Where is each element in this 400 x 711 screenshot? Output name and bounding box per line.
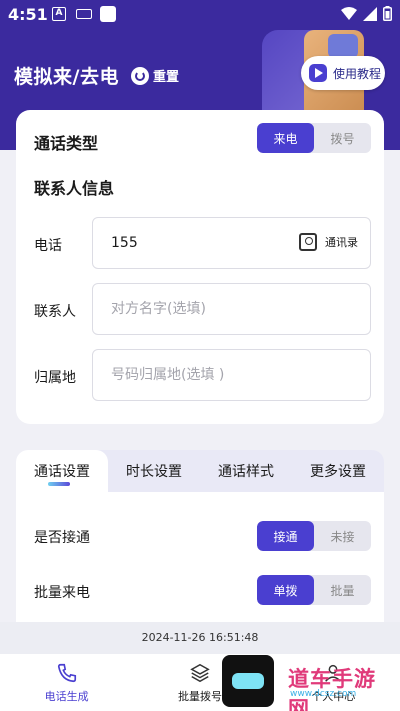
answer-option-connect[interactable]: 接通 — [257, 521, 314, 551]
play-icon — [309, 64, 327, 82]
call-info-card: 通话类型 来电 拨号 联系人信息 电话 通讯录 联系人 归属地 — [16, 110, 384, 424]
location-label: 归属地 — [34, 370, 76, 386]
batch-toggle: 单拨 批量 — [257, 575, 371, 605]
call-settings-panel: 是否接通 接通 未接 批量来电 单拨 批量 — [16, 492, 384, 622]
nav-item-batch-dial-label: 批量拨号 — [177, 689, 222, 703]
app-notification-icon — [100, 6, 116, 22]
call-type-label: 通话类型 — [34, 134, 99, 153]
reset-button[interactable]: 重置 — [153, 66, 179, 85]
tab-call-style[interactable]: 通话样式 — [200, 450, 292, 492]
car-logo-icon — [222, 655, 274, 707]
settings-tabs: 通话设置 时长设置 通话样式 更多设置 — [16, 450, 384, 492]
tab-duration-settings-label: 时长设置 — [126, 464, 182, 480]
nav-item-phone-gen[interactable]: 电话生成 — [0, 654, 133, 711]
phone-field: 通讯录 — [92, 217, 371, 269]
batch-label: 批量来电 — [34, 585, 90, 601]
tab-call-settings-label: 通话设置 — [34, 464, 90, 480]
status-bar: 4:51 A — [0, 0, 400, 30]
batch-option-batch[interactable]: 批量 — [314, 575, 371, 605]
contacts-button[interactable]: 通讯录 — [299, 233, 358, 251]
watermark-logo: 道车手游网 www.dcsz.com — [222, 655, 394, 711]
location-field — [92, 349, 371, 401]
battery-icon — [383, 6, 392, 21]
name-field — [92, 283, 371, 335]
watermark-text: 道车手游网 — [288, 667, 376, 711]
watermark-url: www.dcsz.com — [290, 689, 357, 699]
contact-book-icon — [299, 233, 317, 251]
nav-item-phone-gen-label: 电话生成 — [44, 689, 89, 703]
wifi-icon — [341, 6, 357, 20]
location-input[interactable] — [111, 350, 291, 400]
call-type-incoming[interactable]: 来电 — [257, 123, 314, 153]
tab-call-settings[interactable]: 通话设置 — [16, 450, 108, 492]
answer-label: 是否接通 — [34, 530, 90, 546]
keyboard-icon — [76, 9, 92, 19]
page-title: 模拟来/去电 — [14, 66, 119, 88]
signal-icon — [363, 6, 377, 21]
call-type-outgoing[interactable]: 拨号 — [314, 123, 371, 153]
call-type-toggle: 来电 拨号 — [257, 123, 371, 153]
answer-toggle: 接通 未接 — [257, 521, 371, 551]
tab-more-settings[interactable]: 更多设置 — [292, 450, 384, 492]
contact-info-title: 联系人信息 — [34, 179, 115, 198]
phone-icon — [57, 663, 76, 682]
layers-icon — [190, 663, 210, 682]
tab-duration-settings[interactable]: 时长设置 — [108, 450, 200, 492]
batch-option-single[interactable]: 单拨 — [257, 575, 314, 605]
a-notification-icon: A — [52, 7, 66, 21]
tutorial-label: 使用教程 — [333, 66, 382, 81]
name-input[interactable] — [111, 284, 291, 334]
status-time: 4:51 — [8, 5, 48, 24]
active-tab-indicator — [48, 482, 70, 486]
tab-more-settings-label: 更多设置 — [310, 464, 366, 480]
phone-illustration-camera — [328, 34, 358, 58]
timestamp: 2024-11-26 16:51:48 — [0, 622, 400, 654]
phone-label: 电话 — [34, 238, 62, 254]
contacts-label: 通讯录 — [325, 236, 358, 249]
reset-icon[interactable] — [130, 66, 149, 85]
phone-input[interactable] — [111, 218, 291, 268]
tutorial-button[interactable]: 使用教程 — [301, 56, 385, 90]
name-label: 联系人 — [34, 304, 76, 320]
tab-call-style-label: 通话样式 — [218, 464, 274, 480]
answer-option-missed[interactable]: 未接 — [314, 521, 371, 551]
